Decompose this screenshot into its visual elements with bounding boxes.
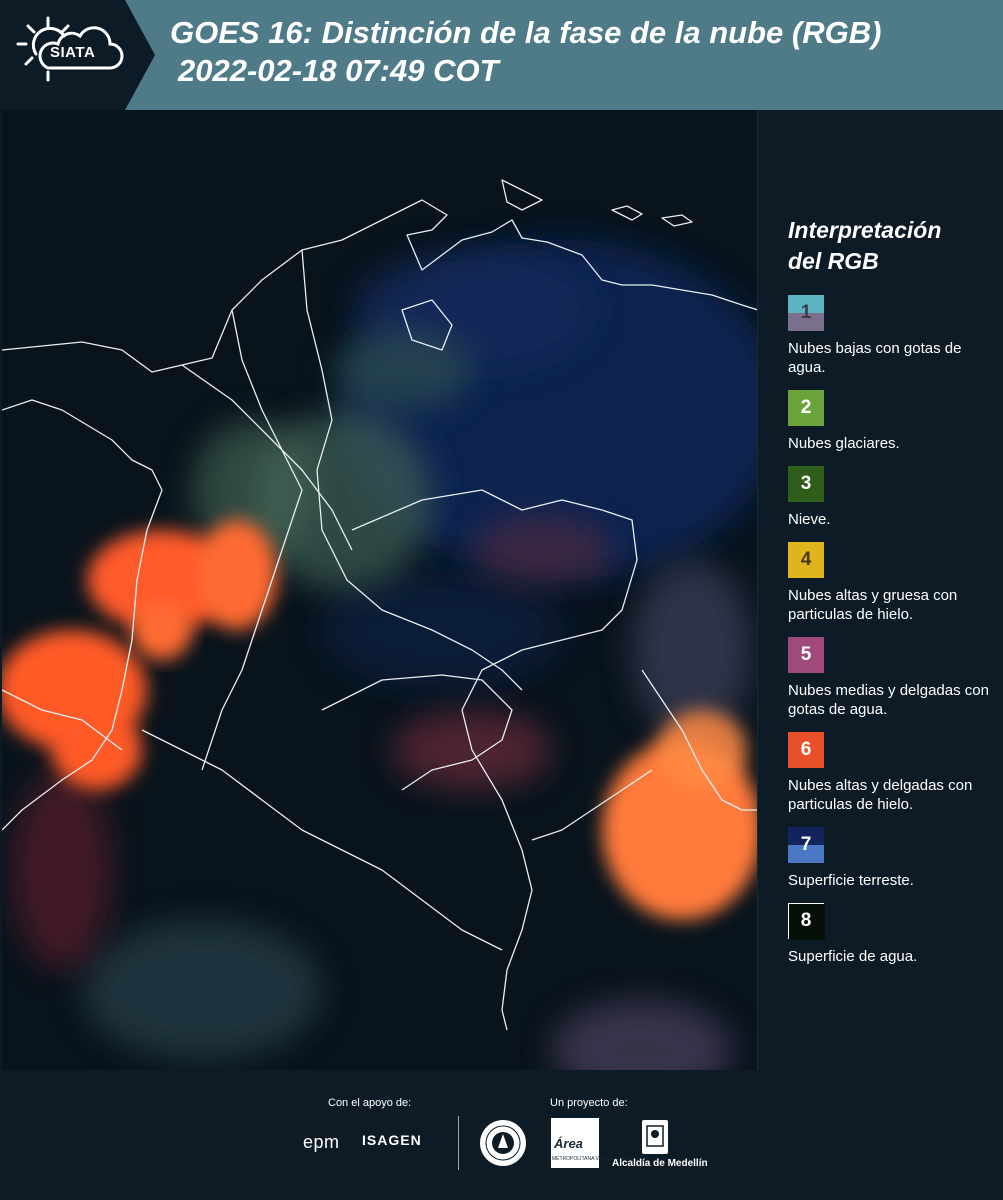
area-logo-text: Área	[554, 1136, 583, 1151]
legend-item: 1 Nubes bajas con gotas de agua.	[788, 295, 993, 377]
page-title: GOES 16: Distinción de la fase de la nub…	[170, 14, 990, 90]
legend-title: Interpretación del RGB	[788, 215, 993, 277]
legend-label: Nieve.	[788, 511, 831, 528]
project-label: Un proyecto de:	[550, 1097, 628, 1109]
footer: Con el apoyo de: Un proyecto de: epm ISA…	[0, 1070, 1003, 1200]
satellite-map	[2, 110, 758, 1070]
legend-swatch: 7	[788, 827, 824, 863]
title-line-1: GOES 16: Distinción de la fase de la nub…	[170, 15, 882, 50]
legend-label: Nubes medias y delgadas con gotas de agu…	[788, 682, 989, 718]
legend-title-line-1: Interpretación	[788, 217, 942, 243]
legend-item: 5 Nubes medias y delgadas con gotas de ag…	[788, 637, 993, 719]
legend-number: 6	[800, 739, 812, 760]
legend-label: Superficie terreste.	[788, 872, 914, 889]
legend-number: 4	[800, 549, 812, 570]
legend-label: Nubes altas y delgadas con particulas de…	[788, 777, 973, 813]
legend-number: 5	[800, 644, 812, 665]
legend-item: 4 Nubes altas y gruesa con particulas de …	[788, 542, 993, 624]
siata-logo: SIATA	[0, 0, 155, 110]
legend-label: Nubes glaciares.	[788, 435, 900, 452]
legend-label: Nubes altas y gruesa con particulas de h…	[788, 587, 958, 623]
legend-swatch: 5	[788, 637, 824, 673]
legend-swatch: 4	[788, 542, 824, 578]
legend-number: 2	[800, 397, 812, 418]
legend-item: 6 Nubes altas y delgadas con particulas d…	[788, 732, 993, 814]
seal-logo-icon	[480, 1120, 526, 1166]
header-bar: SIATA GOES 16: Distinción de la fase de …	[0, 0, 1003, 110]
legend-label: Nubes bajas con gotas de agua.	[788, 340, 962, 376]
alcaldia-text: Alcaldía de Medellín	[612, 1158, 708, 1169]
rgb-legend: Interpretación del RGB 1 Nubes bajas con …	[788, 215, 993, 979]
legend-item: 3 Nieve.	[788, 466, 993, 529]
legend-item: 8 Superficie de agua.	[788, 903, 993, 966]
logo-text: SIATA	[50, 44, 96, 61]
isagen-logo: ISAGEN	[362, 1132, 422, 1148]
legend-swatch: 2	[788, 390, 824, 426]
legend-swatch: 3	[788, 466, 824, 502]
legend-number: 1	[800, 302, 812, 323]
legend-number: 8	[800, 910, 812, 931]
rgb-satellite-image	[2, 110, 757, 1070]
legend-number: 7	[800, 834, 812, 855]
footer-divider	[458, 1116, 459, 1170]
legend-item: 7 Superficie terreste.	[788, 827, 993, 890]
legend-label: Superficie de agua.	[788, 948, 918, 965]
epm-logo: epm	[303, 1132, 340, 1152]
title-line-2: 2022-02-18 07:49 COT	[178, 53, 499, 88]
legend-number: 3	[800, 473, 812, 494]
legend-item: 2 Nubes glaciares.	[788, 390, 993, 453]
legend-items: 1 Nubes bajas con gotas de agua. 2 Nubes gl…	[788, 295, 993, 966]
legend-swatch: 8	[788, 903, 825, 940]
alcaldia-shield-icon	[642, 1120, 668, 1154]
support-label: Con el apoyo de:	[328, 1097, 412, 1109]
legend-swatch: 6	[788, 732, 824, 768]
legend-swatch: 1	[788, 295, 824, 331]
legend-title-line-2: del RGB	[788, 248, 879, 274]
